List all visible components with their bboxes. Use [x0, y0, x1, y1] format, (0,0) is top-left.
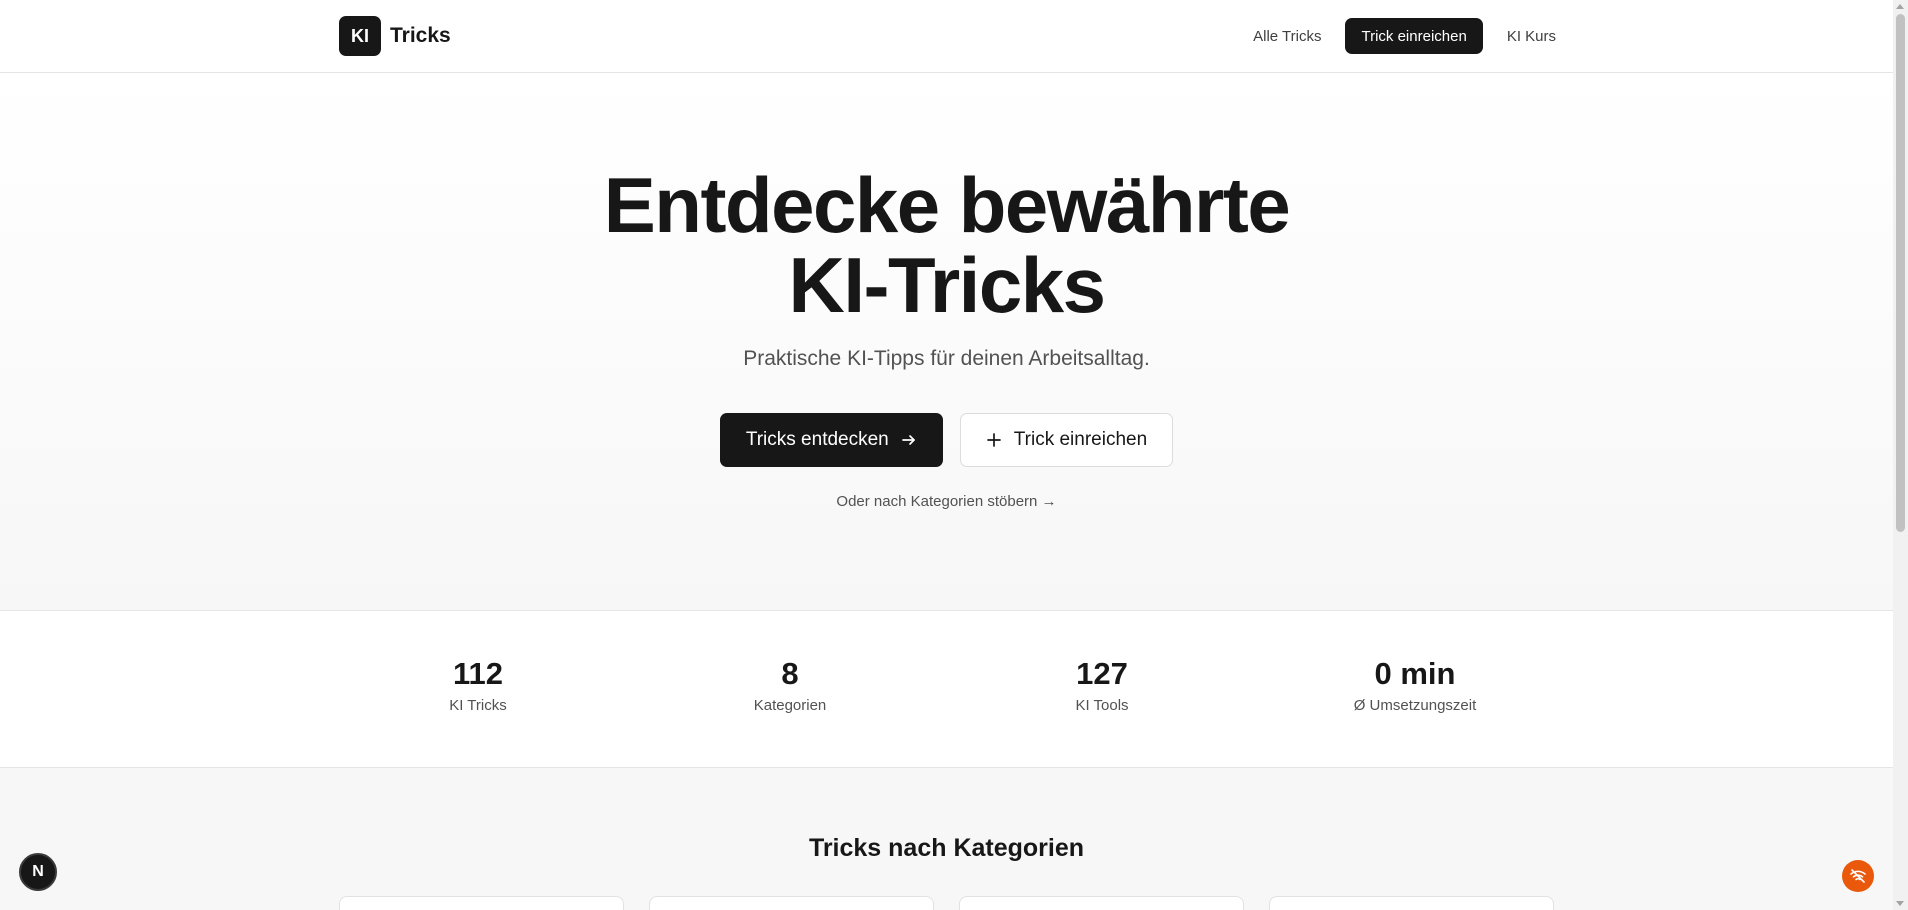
nav-submit-trick-button[interactable]: Trick einreichen: [1345, 18, 1483, 54]
nav-ki-course[interactable]: KI Kurs: [1507, 28, 1556, 45]
discover-tricks-label: Tricks entdecken: [745, 429, 889, 450]
main-nav: Alle Tricks Trick einreichen KI Kurs: [1253, 18, 1556, 54]
hero-section: Entdecke bewährte KI-Tricks Praktische K…: [0, 73, 1893, 611]
stats-section: 112 KI Tricks 8 Kategorien 127 KI Tools …: [0, 611, 1893, 768]
scroll-up-arrow-icon[interactable]: [1896, 4, 1904, 9]
category-card[interactable]: [649, 896, 934, 910]
arrow-right-icon: [901, 432, 917, 448]
logo[interactable]: KI Tricks: [339, 16, 451, 56]
browse-categories-link[interactable]: Oder nach Kategorien stöbern →: [0, 493, 1893, 510]
wifi-off-icon: [1849, 867, 1867, 885]
hero-title: Entdecke bewährte KI-Tricks: [0, 165, 1893, 325]
browser-viewport: KI Tricks Alle Tricks Trick einreichen K…: [0, 0, 1908, 910]
hero-subtitle: Praktische KI-Tipps für deinen Arbeitsal…: [743, 347, 1150, 370]
category-card[interactable]: [959, 896, 1244, 910]
stat-value: 127: [1076, 656, 1128, 691]
submit-trick-button[interactable]: Trick einreichen: [959, 413, 1174, 467]
stat-value: 8: [781, 656, 799, 691]
page: KI Tricks Alle Tricks Trick einreichen K…: [0, 0, 1893, 910]
category-card[interactable]: [339, 896, 624, 910]
stat-label: Ø Umsetzungszeit: [1353, 697, 1477, 714]
stat-ki-tricks: 112 KI Tricks: [328, 656, 628, 715]
hero-title-line1: Entdecke bewährte: [603, 161, 1291, 249]
nav-all-tricks[interactable]: Alle Tricks: [1253, 28, 1321, 45]
logo-text: Tricks: [390, 24, 451, 47]
stat-value: 0 min: [1374, 656, 1456, 691]
categories-section: Tricks nach Kategorien: [0, 768, 1893, 910]
page-scrollbar[interactable]: [1893, 0, 1908, 910]
stat-implementation-time: 0 min Ø Umsetzungszeit: [1265, 656, 1565, 715]
categories-title: Tricks nach Kategorien: [808, 834, 1085, 862]
submit-trick-label: Trick einreichen: [1013, 429, 1148, 450]
stat-ki-tools: 127 KI Tools: [952, 656, 1252, 715]
hero-title-line2: KI-Tricks: [788, 241, 1106, 329]
logo-badge: KI: [339, 16, 381, 56]
category-card[interactable]: [1269, 896, 1554, 910]
plus-icon: [986, 432, 1002, 448]
scrollbar-thumb[interactable]: [1896, 14, 1905, 532]
stat-categories: 8 Kategorien: [640, 656, 940, 715]
stat-label: Kategorien: [753, 697, 827, 714]
site-header: KI Tricks Alle Tricks Trick einreichen K…: [0, 0, 1893, 73]
hero-actions: Tricks entdecken Trick einreichen: [0, 413, 1893, 467]
stat-label: KI Tricks: [449, 697, 507, 714]
nextjs-dev-indicator[interactable]: N: [19, 853, 57, 891]
offline-indicator-button[interactable]: [1842, 860, 1874, 892]
scroll-down-arrow-icon[interactable]: [1896, 901, 1904, 906]
nextjs-icon: N: [32, 863, 44, 880]
stat-label: KI Tools: [1075, 697, 1129, 714]
discover-tricks-button[interactable]: Tricks entdecken: [719, 413, 943, 467]
stat-value: 112: [452, 656, 503, 691]
